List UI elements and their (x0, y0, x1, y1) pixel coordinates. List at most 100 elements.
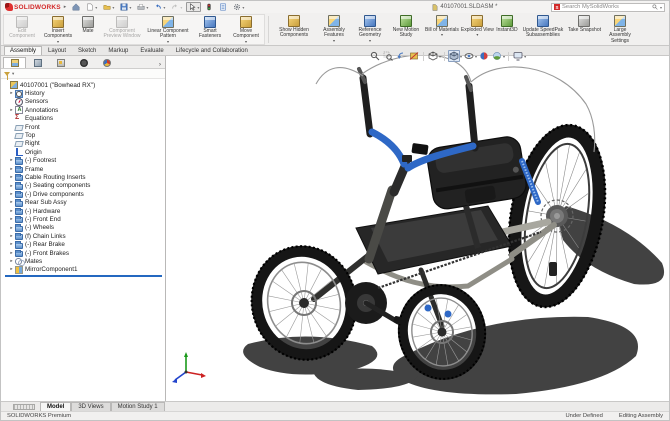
ribbon-button-smart-fasteners[interactable]: Smart Fasteners (192, 15, 228, 44)
ribbon-button-new-motion-study[interactable]: New Motion Study (388, 14, 424, 45)
home-button[interactable] (70, 2, 82, 12)
tab-evaluate[interactable]: Evaluate (134, 46, 169, 55)
save-button[interactable]: ▾ (118, 2, 133, 12)
dropdown-arrow-icon[interactable]: ▾ (146, 5, 148, 10)
zoom-to-area-icon[interactable] (382, 50, 394, 62)
apply-scene-icon[interactable] (491, 50, 503, 62)
panel-overflow-arrow[interactable]: › (157, 61, 163, 68)
tab-propertymanager[interactable] (26, 57, 49, 68)
expand-arrow-icon[interactable]: ▸ (8, 250, 15, 256)
display-style-icon[interactable] (448, 50, 461, 62)
ribbon-button-edit-component[interactable]: Edit Component (4, 15, 40, 44)
ribbon-button-mate[interactable]: Mate (76, 15, 100, 44)
ribbon-button-instant3d[interactable]: Instant3D (495, 14, 519, 45)
expand-arrow-icon[interactable]: ▸ (8, 200, 15, 205)
section-view-icon[interactable] (408, 50, 420, 62)
expand-arrow-icon[interactable]: ▸ (8, 233, 15, 239)
tab-motion-study-1[interactable]: Motion Study 1 (110, 402, 165, 411)
tree-item-rear-brake[interactable]: ▸ (-) Rear Brake (8, 240, 165, 249)
menu-expand-arrow-icon[interactable]: ▸ (64, 4, 67, 10)
tree-item-top-plane[interactable]: Top (8, 131, 165, 140)
redo-button[interactable]: ▾ (169, 2, 184, 12)
tab-scroll-handle[interactable] (13, 404, 35, 410)
options-button[interactable]: ▾ (231, 2, 246, 12)
dropdown-arrow-icon[interactable]: ▾ (441, 33, 443, 37)
expand-arrow-icon[interactable]: ▸ (8, 208, 15, 214)
magnifier-icon[interactable] (652, 4, 658, 10)
dropdown-arrow-icon[interactable]: ▾ (112, 5, 114, 10)
expand-arrow-icon[interactable]: ▸ (8, 217, 15, 222)
tree-item-chain-links[interactable]: ▸ (f) Chain Links (8, 232, 165, 241)
solidworks-logo[interactable]: SOLIDWORKS (5, 3, 61, 11)
tab-assembly[interactable]: Assembly (4, 46, 43, 55)
expand-arrow-icon[interactable]: ▸ (8, 158, 15, 163)
view-settings-icon[interactable] (512, 50, 524, 62)
tree-item-cable-routing-inserts[interactable]: ▸ Cable Routing Inserts (8, 173, 165, 182)
graphics-viewport[interactable]: ▾ ▾ ▾ ▾ ▾ (166, 50, 670, 403)
dropdown-arrow-icon[interactable]: ▾ (95, 5, 97, 10)
ribbon-button-reference-geometry[interactable]: Reference Geometry ▾ (352, 14, 388, 45)
tree-item-front-plane[interactable]: Front (8, 123, 165, 131)
zoom-to-fit-icon[interactable] (369, 50, 381, 62)
rollback-bar[interactable] (5, 274, 162, 277)
expand-arrow-icon[interactable]: ▸ (8, 225, 15, 231)
expand-arrow-icon[interactable]: ▸ (8, 191, 15, 197)
open-document-button[interactable]: ▾ (101, 2, 116, 12)
search-dropdown-arrow-icon[interactable]: ▾ (660, 5, 662, 10)
expand-arrow-icon[interactable]: ▸ (8, 107, 15, 113)
ribbon-button-update-speedpak-subassemblies[interactable]: Update SpeedPak Subassemblies (519, 14, 567, 45)
tree-item-frame[interactable]: ▸ Frame (8, 165, 165, 174)
ribbon-button-insert-components[interactable]: Insert Components ▾ (40, 15, 76, 44)
file-properties-button[interactable] (217, 2, 229, 12)
rebuild-button[interactable] (203, 2, 215, 12)
new-document-button[interactable]: ▾ (84, 2, 99, 12)
dropdown-arrow-icon[interactable]: ▾ (242, 5, 244, 10)
expand-arrow-icon[interactable]: ▸ (8, 267, 15, 272)
dropdown-arrow-icon[interactable]: ▾ (180, 5, 182, 10)
ribbon-button-take-snapshot[interactable]: Take Snapshot (567, 14, 602, 45)
undo-button[interactable]: ▾ (152, 2, 167, 12)
dropdown-arrow-icon[interactable]: ▾ (57, 39, 59, 44)
tree-item-wheels[interactable]: ▸ (-) Wheels (8, 224, 165, 232)
print-button[interactable]: ▾ (135, 2, 150, 12)
tree-item-footrest[interactable]: ▸ (-) Footrest (8, 157, 165, 165)
expand-arrow-icon[interactable]: ▸ (8, 258, 15, 264)
ribbon-button-show-hidden-components[interactable]: Show Hidden Components (272, 14, 316, 45)
filter-dropdown-arrow-icon[interactable]: ▾ (12, 71, 14, 77)
tab-configurationmanager[interactable] (49, 57, 72, 68)
tab-displaymanager[interactable] (95, 57, 118, 68)
previous-view-icon[interactable] (395, 50, 407, 62)
expand-arrow-icon[interactable]: ▸ (8, 91, 15, 96)
tree-item-drive-components[interactable]: ▸ (-) Drive components (8, 190, 165, 199)
tree-item-annotations[interactable]: ▸Annotations (8, 106, 165, 115)
expand-arrow-icon[interactable]: ▸ (8, 166, 15, 172)
tree-item-equations[interactable]: Equations (8, 114, 165, 123)
tree-filter-row[interactable]: ▾ (1, 69, 165, 80)
tree-item-mirrorcomponent1[interactable]: ▸ MirrorComponent1 (8, 265, 165, 274)
tree-item-mates[interactable]: ▸ Mates (8, 257, 165, 267)
dropdown-arrow-icon[interactable]: ▾ (197, 5, 199, 10)
expand-arrow-icon[interactable]: ▸ (8, 242, 15, 247)
tree-item-right-plane[interactable]: Right (8, 140, 165, 148)
edit-appearance-icon[interactable] (478, 50, 490, 62)
model-canvas[interactable] (166, 56, 670, 403)
tree-item-origin[interactable]: Origin (8, 148, 165, 157)
dropdown-arrow-icon[interactable]: ▾ (369, 38, 371, 43)
tab-model[interactable]: Model (40, 402, 72, 411)
search-input[interactable]: S Search MySolidWorks ▾ (551, 2, 665, 12)
tree-item-front-brakes[interactable]: ▸ (-) Front Brakes (8, 249, 165, 257)
tree-item-sensors[interactable]: Sensors (8, 97, 165, 106)
ribbon-button-large-assembly-settings[interactable]: Large Assembly Settings (602, 14, 638, 45)
dropdown-arrow-icon[interactable]: ▾ (245, 39, 247, 44)
hide-show-items-icon[interactable] (463, 50, 475, 62)
dropdown-arrow-icon[interactable]: ▾ (503, 54, 505, 59)
dropdown-arrow-icon[interactable]: ▾ (163, 5, 165, 10)
ribbon-button-component-preview-window[interactable]: Component Preview Window (100, 15, 144, 44)
select-tool-button[interactable]: ▾ (186, 2, 202, 12)
ribbon-button-linear-component-pattern[interactable]: Linear Component Pattern ▾ (144, 15, 192, 44)
tab-dimxpertmanager[interactable] (72, 57, 95, 68)
tree-root-item[interactable]: 40107001 ("Bowhead RX") (3, 81, 165, 90)
tab-3d-views[interactable]: 3D Views (71, 402, 111, 411)
tree-item-rear-sub-assy[interactable]: ▸ Rear Sub Assy (8, 198, 165, 207)
tab-layout[interactable]: Layout (42, 46, 72, 55)
